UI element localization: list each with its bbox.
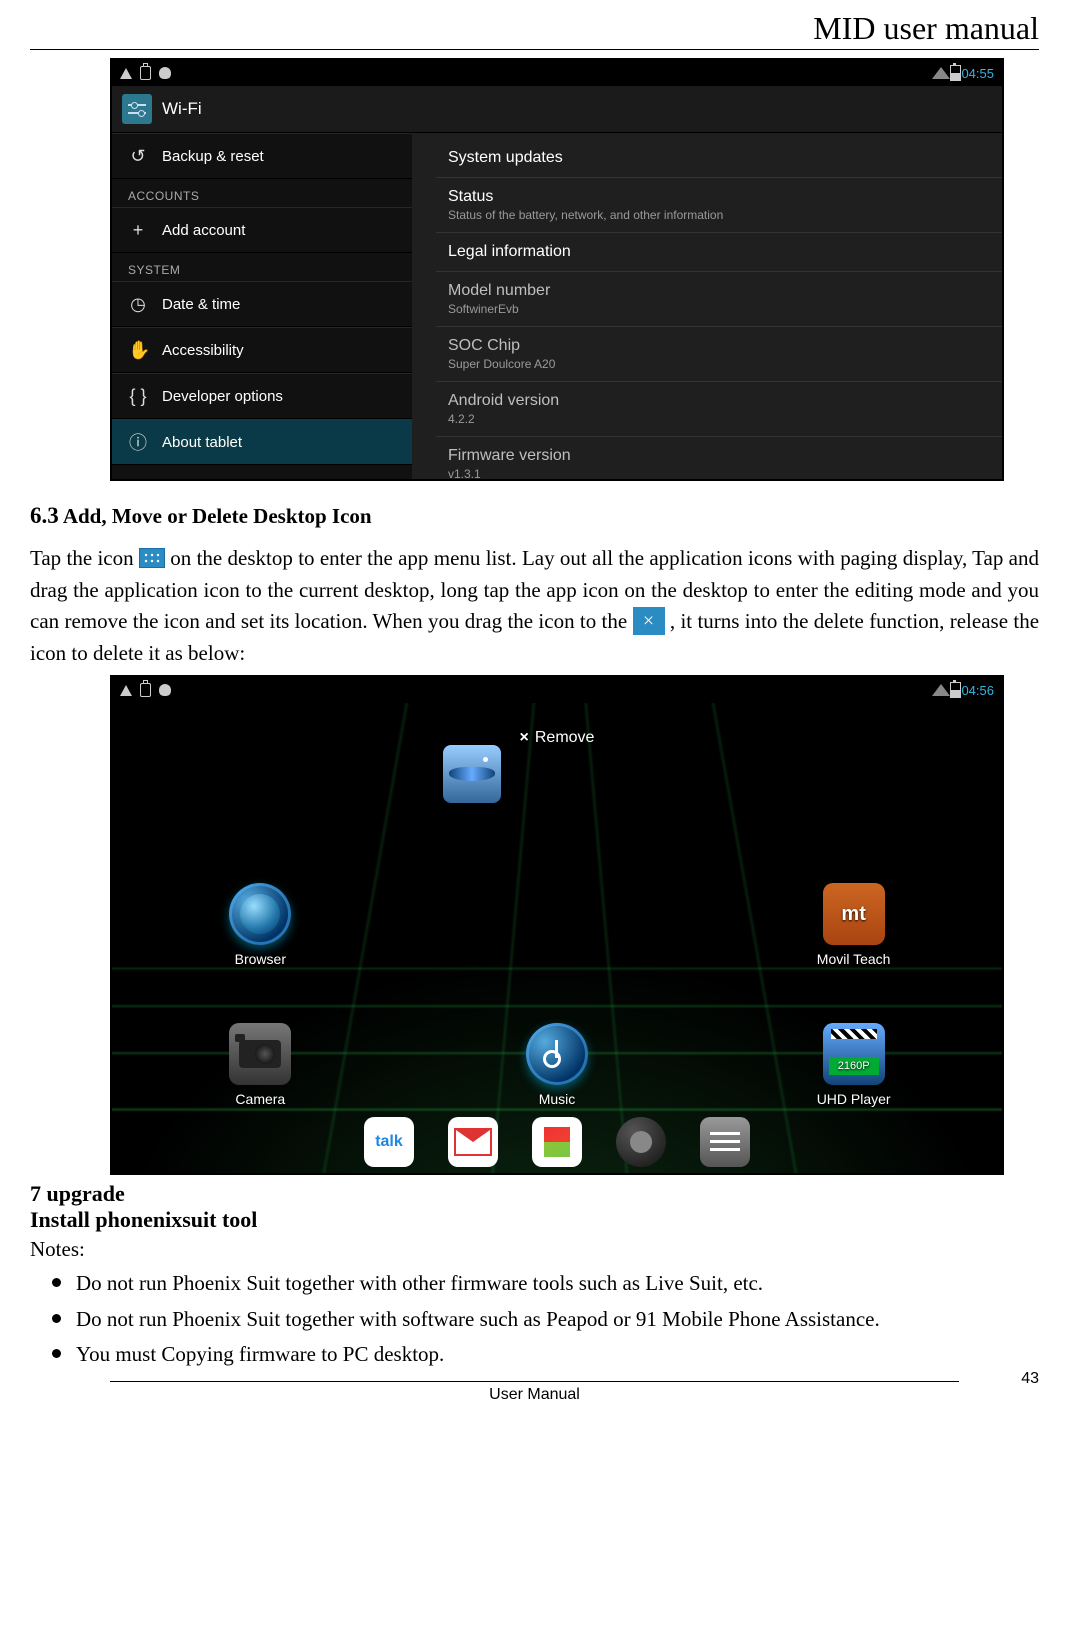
wifi-signal-icon — [932, 67, 950, 79]
app-uhd-player[interactable]: 2160PUHD Player — [774, 1023, 934, 1107]
dragging-app-icon[interactable] — [412, 745, 532, 803]
sidebar-item-accessibility[interactable]: ✋ Accessibility — [112, 327, 412, 373]
pane-item-model: Model numberSoftwinerEvb — [436, 272, 1002, 327]
note-item: Do not run Phoenix Suit together with ot… — [76, 1268, 1039, 1300]
app-slot-empty — [477, 883, 637, 967]
wifi-signal-icon — [932, 684, 950, 696]
footer-rule — [110, 1381, 959, 1382]
pane-item-system-updates[interactable]: System updates — [436, 139, 1002, 178]
gmail-icon — [454, 1128, 492, 1156]
dock-settings[interactable] — [616, 1117, 666, 1167]
sidebar-label: Date & time — [162, 296, 240, 313]
camera-icon — [229, 1023, 291, 1085]
pane-item-status[interactable]: StatusStatus of the battery, network, an… — [436, 178, 1002, 233]
play-icon — [544, 1127, 570, 1157]
status-bar-2: 04:56 — [112, 677, 1002, 703]
settings-icon[interactable] — [122, 94, 152, 124]
sidebar-item-add-account[interactable]: + Add account — [112, 207, 412, 253]
sliders-icon — [710, 1132, 740, 1152]
status-bar: 04:55 — [112, 60, 1002, 86]
hand-icon: ✋ — [128, 340, 148, 361]
screenshot-desktop-remove: 04:56 ×Remove Browser mtMovil Teach Came… — [110, 675, 1004, 1175]
clock-icon: ◷ — [128, 294, 148, 315]
remove-x-icon: × — [633, 607, 665, 635]
pane-item-android-version: Android version4.2.2 — [436, 382, 1002, 437]
settings-title: Wi-Fi — [162, 99, 202, 119]
settings-titlebar: Wi-Fi — [112, 86, 1002, 133]
section-6-3-heading: 6.3 Add, Move or Delete Desktop Icon — [30, 503, 1039, 529]
note-item: You must Copying firmware to PC desktop. — [76, 1339, 1039, 1371]
sidebar-item-developer-options[interactable]: { } Developer options — [112, 373, 412, 419]
sidebar-item-about-tablet[interactable]: ⓘ About tablet — [112, 419, 412, 465]
page-header: MID user manual — [30, 10, 1039, 47]
braces-icon: { } — [128, 386, 148, 407]
page-number: 43 — [1021, 1370, 1039, 1388]
screenshot-settings: 04:55 Wi-Fi ↺ Backup & reset ACCOUNTS + … — [110, 58, 1004, 481]
uhd-icon: 2160P — [823, 1023, 885, 1085]
dock-talk[interactable]: talk — [364, 1117, 414, 1167]
sidebar-item-date-time[interactable]: ◷ Date & time — [112, 281, 412, 327]
battery-icon — [950, 65, 961, 81]
mt-icon: mt — [823, 883, 885, 945]
app-music[interactable]: Music — [477, 1023, 637, 1107]
header-rule — [30, 49, 1039, 50]
usb-icon — [140, 66, 151, 80]
section-6-3-paragraph: Tap the icon on the desktop to enter the… — [30, 543, 1039, 669]
settings-sidebar: ↺ Backup & reset ACCOUNTS + Add account … — [112, 133, 412, 479]
page-footer: User Manual — [30, 1386, 1039, 1404]
adb-icon — [159, 67, 171, 79]
pane-item-legal[interactable]: Legal information — [436, 233, 1002, 272]
warning-icon — [120, 685, 132, 696]
sidebar-label: About tablet — [162, 434, 242, 451]
remove-drop-target[interactable]: ×Remove — [112, 729, 1002, 747]
info-icon: ⓘ — [128, 429, 148, 455]
status-clock-2: 04:56 — [961, 683, 994, 698]
warning-icon — [120, 68, 132, 79]
battery-icon — [950, 682, 961, 698]
app-camera[interactable]: Camera — [180, 1023, 340, 1107]
section-7-subheading: Install phonenixsuit tool — [30, 1207, 1039, 1233]
app-browser[interactable]: Browser — [180, 883, 340, 967]
globe-icon — [240, 894, 280, 934]
usb-icon — [140, 683, 151, 697]
notes-label: Notes: — [30, 1237, 1039, 1262]
status-clock: 04:55 — [961, 66, 994, 81]
note-item: Do not run Phoenix Suit together with so… — [76, 1304, 1039, 1336]
music-icon — [526, 1023, 588, 1085]
pane-item-soc: SOC ChipSuper Doulcore A20 — [436, 327, 1002, 382]
dock-play-store[interactable] — [532, 1117, 582, 1167]
notes-list: Do not run Phoenix Suit together with ot… — [30, 1268, 1039, 1371]
dock-preferences[interactable] — [700, 1117, 750, 1167]
sidebar-label: Backup & reset — [162, 148, 264, 165]
sidebar-label: Add account — [162, 222, 245, 239]
sidebar-label: Accessibility — [162, 342, 244, 359]
settings-detail-pane: System updates StatusStatus of the batte… — [412, 133, 1002, 479]
adb-icon — [159, 684, 171, 696]
app-movil-teach[interactable]: mtMovil Teach — [774, 883, 934, 967]
section-7-heading: 7 upgrade — [30, 1181, 1039, 1207]
sidebar-item-backup-reset[interactable]: ↺ Backup & reset — [112, 133, 412, 179]
sidebar-label: Developer options — [162, 388, 283, 405]
dock: talk — [112, 1117, 1002, 1167]
sidebar-group-system: SYSTEM — [112, 253, 412, 281]
pane-item-firmware: Firmware versionv1.3.1 — [436, 437, 1002, 491]
plus-icon: + — [128, 220, 148, 241]
apps-grid-icon — [139, 548, 165, 568]
dock-gmail[interactable] — [448, 1117, 498, 1167]
sidebar-group-accounts: ACCOUNTS — [112, 179, 412, 207]
backup-icon: ↺ — [128, 146, 148, 167]
